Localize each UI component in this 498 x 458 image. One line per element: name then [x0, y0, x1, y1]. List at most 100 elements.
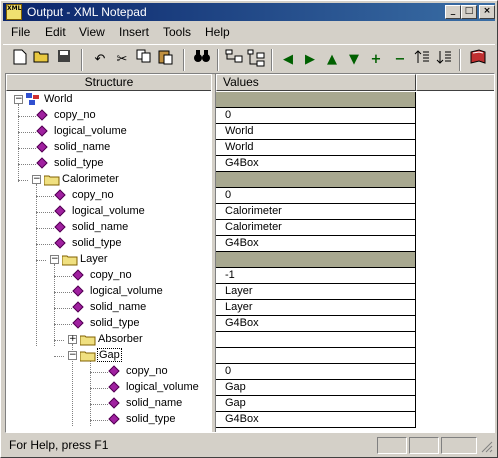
value-cell[interactable]: 0 — [216, 364, 416, 380]
sort-ascending-icon[interactable] — [411, 49, 433, 71]
value-text: 0 — [225, 365, 232, 377]
collapse-icon[interactable]: − — [14, 95, 23, 104]
value-cell-group — [216, 172, 416, 188]
menu-tools[interactable]: Tools — [163, 25, 191, 39]
new-file-icon[interactable] — [9, 49, 31, 71]
close-button[interactable]: × — [479, 5, 495, 19]
title-bar[interactable]: XML Output - XML Notepad _ □ × — [3, 3, 495, 21]
value-cell[interactable]: -1 — [216, 268, 416, 284]
tree-node-absorber[interactable]: + Absorber — [6, 332, 211, 348]
window-title: Output - XML Notepad — [27, 5, 147, 19]
toolbar-separator — [81, 49, 83, 71]
tree-node-label: logical_volume — [126, 381, 199, 393]
tree-node-attribute[interactable]: solid_name — [6, 220, 211, 236]
tree-node-attribute[interactable]: solid_name — [6, 140, 211, 156]
values-header[interactable]: Values — [216, 74, 416, 91]
tree-line — [36, 212, 54, 213]
value-cell[interactable]: 0 — [216, 188, 416, 204]
find-binoculars-icon[interactable] — [191, 49, 213, 71]
copy-icon[interactable] — [133, 49, 155, 71]
paste-icon[interactable] — [155, 49, 177, 71]
value-cell[interactable]: 0 — [216, 108, 416, 124]
open-folder-icon[interactable] — [31, 49, 53, 71]
tree-line — [18, 180, 28, 181]
tree-node-attribute[interactable]: solid_type — [6, 156, 211, 172]
tree-node-label: solid_type — [72, 237, 122, 249]
tree-node-world[interactable]: − World — [6, 92, 211, 108]
tree-line — [36, 244, 54, 245]
attribute-diamond-icon — [54, 205, 66, 217]
collapse-icon[interactable]: − — [32, 175, 41, 184]
tree-node-attribute[interactable]: logical_volume — [6, 284, 211, 300]
value-cell[interactable]: Calorimeter — [216, 204, 416, 220]
move-up-icon[interactable]: ▲ — [321, 49, 343, 71]
tree-node-attribute[interactable]: solid_type — [6, 316, 211, 332]
tree-node-attribute[interactable]: copy_no — [6, 364, 211, 380]
tree-node-label: solid_type — [54, 157, 104, 169]
value-cell[interactable]: Gap — [216, 396, 416, 412]
menu-help[interactable]: Help — [205, 25, 230, 39]
insert-element-icon[interactable] — [223, 49, 245, 71]
value-cell[interactable] — [216, 348, 416, 364]
value-cell[interactable]: World — [216, 124, 416, 140]
tree-line — [18, 148, 36, 149]
tree-node-attribute[interactable]: logical_volume — [6, 380, 211, 396]
menu-view[interactable]: View — [79, 25, 105, 39]
value-cell[interactable]: World — [216, 140, 416, 156]
tree-node-attribute[interactable]: copy_no — [6, 268, 211, 284]
attribute-diamond-icon — [54, 189, 66, 201]
element-node-icon — [26, 93, 40, 105]
value-cell[interactable]: Calorimeter — [216, 220, 416, 236]
value-cell[interactable]: G4Box — [216, 316, 416, 332]
undo-icon[interactable]: ↶ — [89, 49, 111, 71]
tree-node-attribute[interactable]: copy_no — [6, 108, 211, 124]
tree-node-attribute[interactable]: solid_name — [6, 300, 211, 316]
tree-node-gap[interactable]: − Gap — [6, 348, 211, 364]
tree-node-attribute[interactable]: logical_volume — [6, 204, 211, 220]
resize-grip-icon[interactable] — [481, 441, 493, 453]
value-cell[interactable]: G4Box — [216, 156, 416, 172]
save-icon[interactable] — [53, 49, 75, 71]
tree-node-attribute[interactable]: solid_name — [6, 396, 211, 412]
value-text: -1 — [225, 269, 235, 281]
expand-icon[interactable]: + — [68, 335, 77, 344]
value-cell[interactable]: Gap — [216, 380, 416, 396]
tree-node-label: Layer — [80, 253, 108, 265]
value-cell[interactable] — [216, 332, 416, 348]
add-icon[interactable]: + — [365, 49, 387, 71]
closed-folder-node-icon — [79, 334, 96, 346]
move-right-icon[interactable]: ▶ — [299, 49, 321, 71]
menu-edit[interactable]: Edit — [45, 25, 66, 39]
tree-node-attribute[interactable]: logical_volume — [6, 124, 211, 140]
tree-node-layer[interactable]: − Layer — [6, 252, 211, 268]
cut-icon[interactable]: ✂ — [111, 49, 133, 71]
tree-node-attribute[interactable]: solid_type — [6, 236, 211, 252]
minimize-button[interactable]: _ — [445, 5, 461, 19]
attribute-diamond-icon — [108, 365, 120, 377]
value-cell[interactable]: Layer — [216, 284, 416, 300]
tree-node-calorimeter[interactable]: − Calorimeter — [6, 172, 211, 188]
remove-icon[interactable]: − — [389, 49, 411, 71]
insert-child-icon[interactable] — [245, 49, 267, 71]
structure-header[interactable]: Structure — [6, 74, 212, 91]
attribute-diamond-icon — [36, 141, 48, 153]
value-cell[interactable]: G4Box — [216, 236, 416, 252]
menu-file[interactable]: File — [11, 25, 30, 39]
menu-insert[interactable]: Insert — [119, 25, 149, 39]
value-text: World — [225, 125, 254, 137]
collapse-icon[interactable]: − — [50, 255, 59, 264]
collapse-icon[interactable]: − — [68, 351, 77, 360]
sort-descending-icon[interactable] — [433, 49, 455, 71]
move-left-icon[interactable]: ◀ — [277, 49, 299, 71]
move-down-icon[interactable]: ▼ — [343, 49, 365, 71]
value-text: Calorimeter — [225, 221, 282, 233]
tree-node-attribute[interactable]: solid_type — [6, 412, 211, 428]
maximize-button[interactable]: □ — [461, 5, 477, 19]
tree-node-attribute[interactable]: copy_no — [6, 188, 211, 204]
tree-line — [54, 308, 72, 309]
tree-line — [54, 340, 64, 341]
value-cell[interactable]: Layer — [216, 300, 416, 316]
book-icon[interactable] — [467, 49, 489, 71]
value-cell[interactable]: G4Box — [216, 412, 416, 428]
attribute-diamond-icon — [108, 397, 120, 409]
